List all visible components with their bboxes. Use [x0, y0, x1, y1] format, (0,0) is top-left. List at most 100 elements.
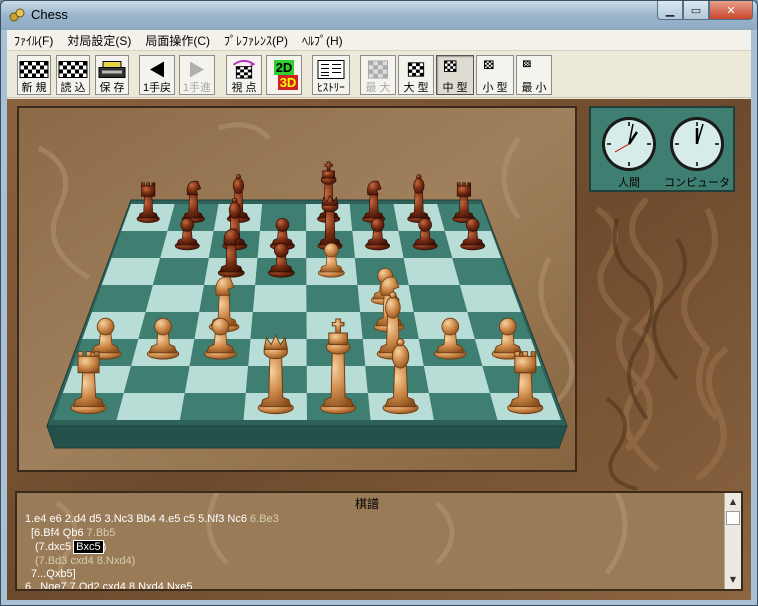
triangle-right-icon	[190, 61, 204, 78]
close-button[interactable]: ✕	[709, 1, 753, 20]
app-icon	[9, 8, 25, 22]
size-min-button[interactable]: 最 小	[516, 55, 552, 95]
board-square[interactable]	[101, 258, 161, 285]
history-button[interactable]: ﾋｽﾄﾘｰ	[312, 55, 350, 95]
kifu-subvariation-1[interactable]: (7.dxc5	[35, 541, 71, 553]
board-square[interactable]	[152, 258, 209, 285]
menu-file[interactable]: ﾌｧｲﾙ(F)	[7, 32, 60, 49]
board-square[interactable]	[306, 285, 361, 312]
viewpoint-button[interactable]: 視 点	[226, 55, 262, 95]
size-medium-icon	[444, 60, 457, 72]
save-button[interactable]: 保 存	[95, 55, 129, 95]
size-max-label: 最 大	[365, 82, 391, 94]
move-record-panel[interactable]: 棋譜 1.e4 e6 2.d4 d5 3.Nc3 Bb4 4.e5 c5 5.N…	[15, 491, 743, 591]
computer-clock-label: コンピュータ	[664, 177, 730, 189]
size-medium-label: 中 型	[442, 82, 468, 94]
board-square[interactable]	[123, 366, 190, 393]
kifu-line-6: 6...Nge7 7.Qd2 cxd4 8.Nxd4 Nxe5	[25, 581, 193, 589]
kifu-variation-1-end[interactable]: 7...Qxb5]	[31, 568, 76, 580]
board-view[interactable]	[17, 106, 577, 472]
kifu-current-move[interactable]: 6.Be3	[250, 513, 279, 525]
scroll-thumb[interactable]	[726, 511, 740, 525]
size-medium-button[interactable]: 中 型	[436, 55, 474, 95]
toolbar: 新 規 読 込 保 存 1手戻 1手進 視 点 2D 3D ﾋｽﾄﾘｰ 最 大 …	[7, 52, 751, 98]
kifu-line-4: (7.Bd3 cxd4 8.Nxd4)	[35, 555, 135, 567]
kifu-line-3: (7.dxc5 Bxc5)	[35, 540, 107, 554]
menu-position[interactable]: 局面操作(C)	[138, 32, 217, 49]
menu-help[interactable]: ﾍﾙﾌﾟ(H)	[295, 32, 350, 49]
checkered-board-icon	[58, 61, 88, 78]
3d-icon: 3D	[277, 75, 299, 90]
kifu-mainline-continued[interactable]: 6...Nge7 7.Qd2 cxd4 8.Nxd4 Nxe5	[25, 581, 193, 589]
load-button[interactable]: 読 込	[56, 55, 90, 95]
kifu-line-1: 1.e4 e6 2.d4 d5 3.Nc3 Bb4 4.e5 c5 5.Nf3 …	[25, 513, 279, 525]
chess-board-3d[interactable]	[19, 108, 575, 470]
undo-label: 1手戻	[142, 82, 172, 94]
maximize-icon: ▭	[690, 3, 702, 17]
cash-register-icon	[98, 61, 126, 78]
kifu-line-5: 7...Qxb5]	[31, 568, 76, 580]
size-small-label: 小 型	[482, 82, 508, 94]
undo-button[interactable]: 1手戻	[139, 55, 175, 95]
board-square[interactable]	[250, 312, 307, 339]
menu-bar: ﾌｧｲﾙ(F) 対局設定(S) 局面操作(C) ﾌﾟﾚﾌｧﾚﾝｽ(P) ﾍﾙﾌﾟ…	[7, 30, 751, 51]
minimize-icon: ▁	[665, 3, 675, 17]
board-square[interactable]	[252, 285, 307, 312]
kifu-title: 棋譜	[354, 497, 379, 511]
board-square[interactable]	[111, 231, 168, 258]
menu-preferences[interactable]: ﾌﾟﾚﾌｧﾚﾝｽ(P)	[217, 32, 295, 49]
client-area: ﾌｧｲﾙ(F) 対局設定(S) 局面操作(C) ﾌﾟﾚﾌｧﾚﾝｽ(P) ﾍﾙﾌﾟ…	[7, 30, 751, 600]
kifu-selected-move[interactable]: Bxc5	[73, 540, 104, 554]
board-square[interactable]	[116, 393, 185, 420]
new-button[interactable]: 新 規	[17, 55, 51, 95]
computer-clock-icon	[670, 117, 724, 171]
maximize-button[interactable]: ▭	[683, 1, 709, 20]
board-square[interactable]	[459, 285, 521, 312]
scroll-up-button[interactable]: ▲	[725, 493, 741, 509]
title-bar[interactable]: Chess ▁ ▭ ✕	[1, 1, 757, 30]
size-min-icon	[523, 60, 531, 68]
viewpoint-label: 視 点	[231, 82, 257, 94]
scroll-down-icon: ▼	[729, 574, 737, 584]
kifu-subvariation-close: )	[102, 541, 107, 553]
view-2d-3d-button[interactable]: 2D 3D	[266, 55, 302, 95]
clocks-panel: 人間 コンピュータ	[589, 106, 735, 192]
size-max-icon	[367, 60, 389, 79]
kifu-variation-1[interactable]: [6.Bf4 Qb6	[31, 527, 84, 539]
kifu-line-2: [6.Bf4 Qb6 7.Bb5	[31, 527, 115, 539]
kifu-variation-1-move[interactable]: 7.Bb5	[87, 527, 116, 539]
history-label: ﾋｽﾄﾘｰ	[317, 82, 345, 94]
menu-game-settings[interactable]: 対局設定(S)	[60, 32, 138, 49]
human-clock-label: 人間	[618, 177, 640, 189]
size-large-label: 大 型	[403, 82, 429, 94]
board-square[interactable]	[403, 258, 460, 285]
board-square[interactable]	[180, 393, 246, 420]
board-square[interactable]	[428, 393, 498, 420]
size-min-label: 最 小	[521, 82, 547, 94]
size-small-button[interactable]: 小 型	[476, 55, 514, 95]
board-square[interactable]	[452, 258, 511, 285]
rotate-board-icon	[232, 59, 256, 79]
size-small-icon	[484, 60, 494, 70]
redo-button[interactable]: 1手進	[179, 55, 215, 95]
board-square[interactable]	[145, 285, 205, 312]
move-list-icon	[317, 60, 345, 79]
scroll-down-button[interactable]: ▼	[725, 571, 741, 587]
scroll-up-icon: ▲	[729, 496, 737, 506]
board-square[interactable]	[408, 285, 468, 312]
save-label: 保 存	[99, 82, 125, 94]
minimize-button[interactable]: ▁	[657, 1, 683, 20]
kifu-subvariation-2[interactable]: (7.Bd3 cxd4 8.Nxd4)	[35, 555, 135, 567]
checkered-board-icon	[19, 61, 49, 78]
size-large-icon	[407, 62, 425, 77]
size-large-button[interactable]: 大 型	[398, 55, 434, 95]
board-square[interactable]	[423, 366, 490, 393]
content-area: 人間 コンピュータ 棋譜 1.e4 e6 2.d4 d5 3.Nc3 Bb4 4…	[7, 99, 751, 600]
kifu-mainline[interactable]: 1.e4 e6 2.d4 d5 3.Nc3 Bb4 4.e5 c5 5.Nf3 …	[25, 513, 247, 525]
kifu-scrollbar[interactable]: ▲ ▼	[724, 493, 741, 589]
size-max-button[interactable]: 最 大	[360, 55, 396, 95]
board-square[interactable]	[92, 285, 153, 312]
window-title: Chess	[31, 7, 68, 22]
close-icon: ✕	[726, 3, 736, 17]
board-square[interactable]	[184, 366, 249, 393]
